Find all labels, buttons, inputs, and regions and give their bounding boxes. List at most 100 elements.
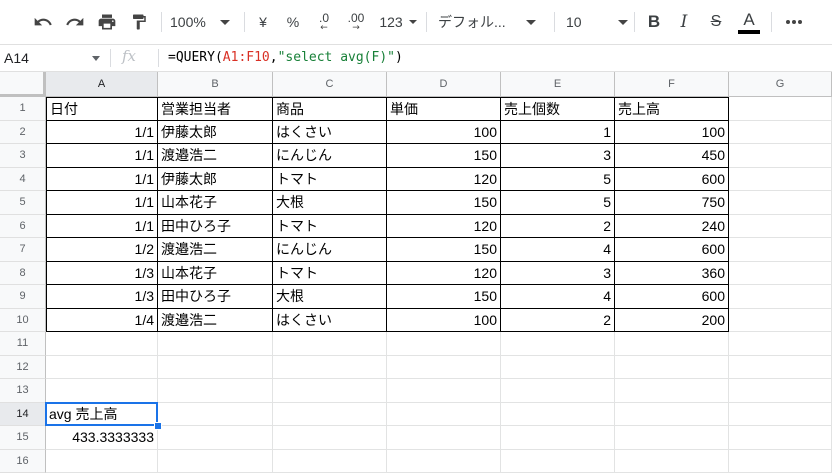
cell-f16[interactable] [615,449,729,473]
cell-f3[interactable]: 450 [615,144,729,168]
row-header-2[interactable]: 2 [0,120,46,144]
cell-c11[interactable] [273,332,387,356]
cell-g7[interactable] [729,238,832,262]
font-select[interactable]: デフォル... [438,0,546,44]
cell-c2[interactable]: はくさい [273,120,387,144]
cell-b9[interactable]: 田中ひろ子 [158,285,273,309]
percent-button[interactable]: % [282,0,304,44]
cell-g6[interactable] [729,214,832,238]
column-header-g[interactable]: G [729,72,832,97]
cell-a10[interactable]: 1/4 [46,308,158,332]
cell-a13[interactable] [46,379,158,403]
cell-g1[interactable] [729,97,832,121]
chevron-down-icon[interactable] [92,56,100,61]
increase-decimal-button[interactable]: .00 → [342,0,370,44]
cell-b3[interactable]: 渡邉浩二 [158,144,273,168]
cell-d5[interactable]: 150 [387,191,501,215]
more-formats-select[interactable]: 123 [376,0,420,44]
cell-f9[interactable]: 600 [615,285,729,309]
row-header-7[interactable]: 7 [0,238,46,262]
cell-g16[interactable] [729,449,832,473]
cell-g4[interactable] [729,167,832,191]
zoom-select[interactable]: 100% [170,0,236,44]
cell-b7[interactable]: 渡邉浩二 [158,238,273,262]
row-header-10[interactable]: 10 [0,308,46,332]
paint-format-icon[interactable] [126,0,152,44]
cell-b2[interactable]: 伊藤太郎 [158,120,273,144]
fill-handle[interactable] [154,422,162,430]
row-header-14[interactable]: 14 [0,402,46,426]
cell-c5[interactable]: 大根 [273,191,387,215]
cell-e4[interactable]: 5 [501,167,615,191]
cell-a4[interactable]: 1/1 [46,167,158,191]
column-header-c[interactable]: C [273,72,387,97]
cell-g11[interactable] [729,332,832,356]
cell-f8[interactable]: 360 [615,261,729,285]
row-header-16[interactable]: 16 [0,449,46,473]
cell-f15[interactable] [615,426,729,450]
cell-c8[interactable]: トマト [273,261,387,285]
row-header-5[interactable]: 5 [0,191,46,215]
cell-c6[interactable]: トマト [273,214,387,238]
cell-g15[interactable] [729,426,832,450]
undo-icon[interactable] [30,0,56,44]
cell-a12[interactable] [46,355,158,379]
cell-c4[interactable]: トマト [273,167,387,191]
column-header-b[interactable]: B [158,72,273,97]
cell-g9[interactable] [729,285,832,309]
cell-a6[interactable]: 1/1 [46,214,158,238]
cell-e16[interactable] [501,449,615,473]
cell-c12[interactable] [273,355,387,379]
cell-a16[interactable] [46,449,158,473]
row-header-6[interactable]: 6 [0,214,46,238]
cell-c7[interactable]: にんじん [273,238,387,262]
row-header-3[interactable]: 3 [0,144,46,168]
cell-b11[interactable] [158,332,273,356]
column-header-a[interactable]: A [46,72,158,97]
cell-c3[interactable]: にんじん [273,144,387,168]
column-header-d[interactable]: D [387,72,501,97]
cell-c13[interactable] [273,379,387,403]
column-header-f[interactable]: F [615,72,729,97]
cell-f7[interactable]: 600 [615,238,729,262]
cell-b16[interactable] [158,449,273,473]
cell-f13[interactable] [615,379,729,403]
cell-f10[interactable]: 200 [615,308,729,332]
header-cell[interactable]: 営業担当者 [158,97,273,121]
cell-f11[interactable] [615,332,729,356]
row-header-8[interactable]: 8 [0,261,46,285]
select-all-corner[interactable] [0,72,46,97]
cell-g13[interactable] [729,379,832,403]
header-cell[interactable]: 商品 [273,97,387,121]
cell-d16[interactable] [387,449,501,473]
cell-e11[interactable] [501,332,615,356]
header-cell[interactable]: 日付 [46,97,158,121]
cell-e9[interactable]: 4 [501,285,615,309]
cell-e10[interactable]: 2 [501,308,615,332]
cell-e12[interactable] [501,355,615,379]
cell-c16[interactable] [273,449,387,473]
bold-button[interactable]: B [642,0,666,44]
cell-e5[interactable]: 5 [501,191,615,215]
cell-e13[interactable] [501,379,615,403]
cell-g5[interactable] [729,191,832,215]
cell-d4[interactable]: 120 [387,167,501,191]
cell-e15[interactable] [501,426,615,450]
cell-a11[interactable] [46,332,158,356]
cell-e8[interactable]: 3 [501,261,615,285]
cell-e14[interactable] [501,402,615,426]
cell-g10[interactable] [729,308,832,332]
cell-c15[interactable] [273,426,387,450]
cell-g12[interactable] [729,355,832,379]
cell-b15[interactable] [158,426,273,450]
cell-f6[interactable]: 240 [615,214,729,238]
row-header-1[interactable]: 1 [0,97,46,121]
cell-f14[interactable] [615,402,729,426]
cell-d15[interactable] [387,426,501,450]
italic-button[interactable]: I [672,0,696,44]
cell-b14[interactable] [158,402,273,426]
cell-f5[interactable]: 750 [615,191,729,215]
cell-d7[interactable]: 150 [387,238,501,262]
cell-a3[interactable]: 1/1 [46,144,158,168]
cell-e3[interactable]: 3 [501,144,615,168]
